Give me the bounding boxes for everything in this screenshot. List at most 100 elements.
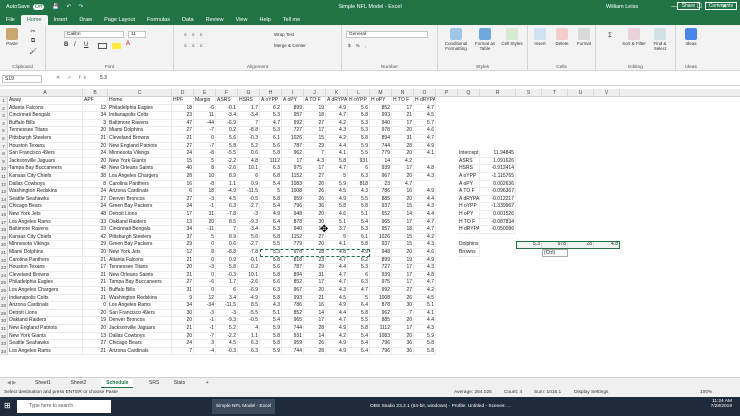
table-cell[interactable]: 5.7 xyxy=(414,119,436,128)
table-cell[interactable]: 4.3 xyxy=(326,127,348,135)
table-cell[interactable]: 992 xyxy=(370,287,392,295)
table-cell[interactable]: Baltimore Ravens xyxy=(108,119,172,128)
column-header-M[interactable]: M xyxy=(370,89,392,97)
table-cell[interactable]: 10.1 xyxy=(238,165,260,173)
table-cell[interactable]: -6 xyxy=(194,279,216,287)
share-button[interactable]: Share xyxy=(676,2,700,10)
table-cell[interactable]: -9.3 xyxy=(238,218,260,227)
table-cell[interactable]: Jacksonville Jaguars xyxy=(8,157,83,166)
table-cell[interactable]: -0.1 xyxy=(216,104,238,113)
table-cell[interactable]: 24 xyxy=(172,203,194,211)
column-header-A[interactable]: A xyxy=(8,89,83,97)
column-header-L[interactable]: L xyxy=(348,89,370,97)
table-cell[interactable]: Los Angeles Chargers xyxy=(108,173,172,181)
table-cell[interactable]: 30 xyxy=(392,302,414,310)
header-cell[interactable]: Away xyxy=(8,97,83,105)
header-cell[interactable]: Margin xyxy=(194,97,216,105)
table-cell[interactable]: 8.9 xyxy=(216,233,238,242)
table-cell[interactable]: 937 xyxy=(370,203,392,211)
column-header-S[interactable]: S xyxy=(516,89,542,97)
table-cell[interactable]: 4.4 xyxy=(326,309,348,318)
row-header[interactable]: 9 xyxy=(0,157,8,166)
table-cell[interactable]: 21 xyxy=(83,294,108,303)
table-cell[interactable]: 27 xyxy=(392,287,414,295)
table-cell[interactable]: 5.4 xyxy=(348,340,370,348)
table-cell[interactable]: 17 xyxy=(392,279,414,287)
row-header[interactable]: 21 xyxy=(0,249,8,257)
table-cell[interactable]: 48 xyxy=(83,211,108,219)
row-header[interactable]: 4 xyxy=(0,119,8,128)
table-cell[interactable]: Arizona Cardinals xyxy=(108,347,172,356)
table-cell[interactable]: 4.9 xyxy=(414,142,436,151)
table-cell[interactable]: 0 xyxy=(194,287,216,295)
table-cell[interactable]: 29 xyxy=(172,241,194,249)
table-cell[interactable]: Jacksonville Jaguars xyxy=(108,325,172,333)
table-cell[interactable]: Detroit Lions xyxy=(8,309,83,318)
table-cell[interactable]: 5.8 xyxy=(348,135,370,143)
table-cell[interactable]: 20 xyxy=(83,127,108,135)
table-cell[interactable]: 5.4 xyxy=(260,317,282,325)
row-header[interactable]: 6 xyxy=(0,135,8,143)
table-cell[interactable]: -8 xyxy=(194,150,216,158)
tab-insert[interactable]: Insert xyxy=(48,15,74,25)
table-cell[interactable]: 5.4 xyxy=(260,203,282,211)
column-header-P[interactable]: P xyxy=(436,89,458,97)
table-cell[interactable]: 27 xyxy=(83,340,108,348)
row-header[interactable]: 13 xyxy=(0,188,8,196)
table-cell[interactable]: 6.3 xyxy=(238,340,260,348)
table-cell[interactable]: 21 xyxy=(172,135,194,143)
row-header[interactable]: 30 xyxy=(0,317,8,325)
sheet-tab-sheet2[interactable]: Sheet2 xyxy=(66,379,92,388)
table-cell[interactable]: 5.6 xyxy=(348,104,370,113)
table-cell[interactable]: 21 xyxy=(83,347,108,356)
table-cell[interactable]: 20 xyxy=(194,218,216,227)
table-cell[interactable]: Green Bay Packers xyxy=(108,203,172,211)
table-cell[interactable]: 4.1 xyxy=(414,309,436,318)
table-cell[interactable]: 744 xyxy=(282,347,304,356)
table-cell[interactable]: Tampa Bay Buccaneers xyxy=(108,279,172,287)
column-header-V[interactable]: V xyxy=(594,89,620,97)
table-cell[interactable]: 957 xyxy=(282,112,304,120)
table-cell[interactable]: 20 xyxy=(304,287,326,295)
table-cell[interactable]: 1008 xyxy=(282,188,304,196)
table-cell[interactable]: 18 xyxy=(194,188,216,196)
table-cell[interactable]: 3 xyxy=(83,119,108,128)
coef-label[interactable]: ASRS xyxy=(458,157,480,166)
coef-value[interactable]: -0.012217 xyxy=(480,195,516,204)
table-cell[interactable]: 31 xyxy=(392,135,414,143)
table-cell[interactable]: 796 xyxy=(370,340,392,348)
table-cell[interactable]: 17 xyxy=(392,165,414,173)
table-cell[interactable]: 6.3 xyxy=(216,203,238,211)
column-header-N[interactable]: N xyxy=(392,89,414,97)
table-cell[interactable]: 20 xyxy=(392,195,414,204)
table-cell[interactable]: 16 xyxy=(392,188,414,196)
table-cell[interactable]: 5.8 xyxy=(260,294,282,303)
column-header-I[interactable]: I xyxy=(282,89,304,97)
table-cell[interactable]: 4.9 xyxy=(414,188,436,196)
tab-formulas[interactable]: Formulas xyxy=(141,15,176,25)
table-cell[interactable]: 15 xyxy=(172,157,194,166)
header-cell[interactable]: APF xyxy=(83,97,108,105)
header-cell[interactable]: A dRYPA xyxy=(326,97,348,105)
table-cell[interactable]: 21 xyxy=(392,112,414,120)
table-cell[interactable]: 962 xyxy=(370,309,392,318)
align-left-icon[interactable]: ≡ ≡ ≡ xyxy=(184,43,204,48)
table-cell[interactable]: 4.6 xyxy=(414,127,436,135)
table-cell[interactable]: Philadelphia Eagles xyxy=(108,104,172,113)
table-cell[interactable]: 15 xyxy=(304,135,326,143)
tab-review[interactable]: Review xyxy=(200,15,230,25)
table-cell[interactable]: 20 xyxy=(392,150,414,158)
table-cell[interactable]: 7 xyxy=(392,309,414,318)
table-cell[interactable]: -0.3 xyxy=(216,347,238,356)
table-cell[interactable]: 17 xyxy=(304,127,326,135)
table-cell[interactable]: 4.2 xyxy=(326,119,348,128)
column-header-U[interactable]: U xyxy=(568,89,594,97)
sheet-tab-srs[interactable]: SRS xyxy=(144,379,164,388)
table-cell[interactable]: 42 xyxy=(83,233,108,242)
row-header[interactable]: 31 xyxy=(0,325,8,333)
table-cell[interactable]: 4.4 xyxy=(326,142,348,151)
browns-label[interactable]: Browns xyxy=(458,249,480,257)
table-cell[interactable]: 5.8 xyxy=(326,157,348,166)
table-cell[interactable]: 4.3 xyxy=(304,157,326,166)
table-cell[interactable]: 5.6 xyxy=(260,264,282,272)
